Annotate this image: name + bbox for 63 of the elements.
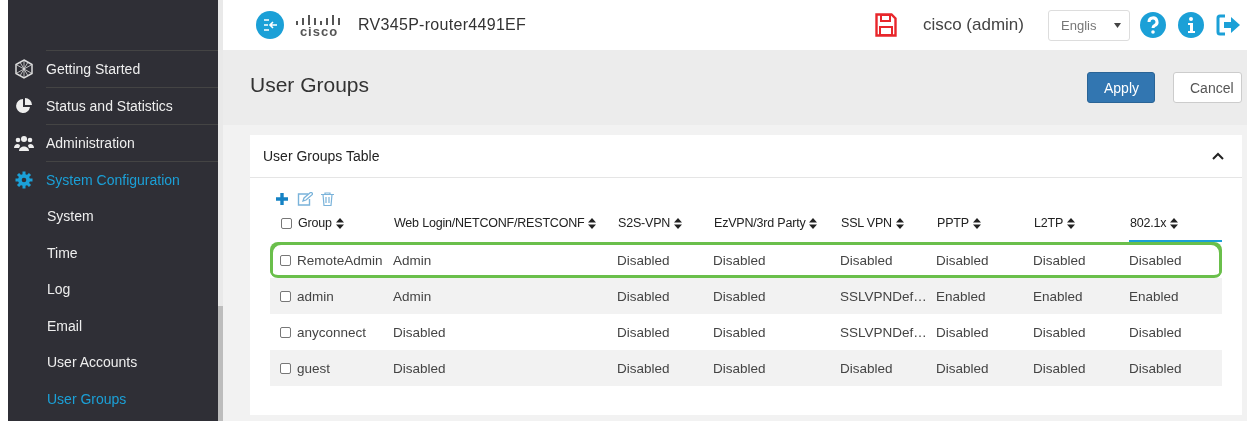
table-cell: Disabled <box>713 288 766 304</box>
table-cell: Disabled <box>1033 360 1086 376</box>
table-cell: Disabled <box>840 360 893 376</box>
table-cell: Disabled <box>617 324 670 340</box>
sidebar-item[interactable]: Administration <box>46 135 135 151</box>
table-cell: anyconnect <box>297 324 367 340</box>
card-title: User Groups Table <box>263 148 381 164</box>
table-cell: Enabled <box>1129 288 1179 304</box>
table-cell: Disabled <box>1129 360 1182 376</box>
sidebar-subitem[interactable]: Email <box>47 307 218 344</box>
table-cell: Admin <box>393 252 432 268</box>
language-select[interactable]: Englis <box>1048 9 1130 41</box>
device-name: RV345P-router4491EF <box>358 16 527 34</box>
sidebar-item[interactable]: Status and Statistics <box>46 98 173 114</box>
table-cell: Disabled <box>1033 324 1086 340</box>
apply-button[interactable]: Apply <box>1087 72 1155 103</box>
table-cell: Disabled <box>617 252 670 268</box>
table-row[interactable]: anyconnect Disabled Disabled Disabled SSLVPNDef… Disabled Disabled Disabled <box>270 314 1222 350</box>
column-header[interactable]: 802.1x <box>1130 216 1167 230</box>
column-header[interactable]: SSL VPN <box>841 216 892 230</box>
table-row[interactable]: guest Disabled Disabled Disabled Disabled Disabled Disabled Disabled <box>270 350 1222 386</box>
column-header[interactable]: Group <box>298 216 332 230</box>
table-cell: Disabled <box>1129 252 1182 268</box>
column-header[interactable]: Web Login/NETCONF/RESTCONF <box>394 216 585 230</box>
table-row[interactable]: admin Admin Disabled Disabled SSLVPNDef… Enabled Enabled Enabled <box>270 278 1222 314</box>
table-cell: Disabled <box>617 288 670 304</box>
table-cell: Disabled <box>713 360 766 376</box>
sidebar-subitem[interactable]: Time <box>47 234 218 271</box>
sidebar-subitem[interactable]: User Groups <box>47 380 218 417</box>
table-cell: SSLVPNDef… <box>840 288 927 304</box>
table-cell: admin <box>297 288 334 304</box>
table-cell: Disabled <box>1129 324 1182 340</box>
cancel-button[interactable]: Cancel <box>1173 72 1242 103</box>
table-cell: Enabled <box>1033 288 1083 304</box>
column-header[interactable]: PPTP <box>937 216 969 230</box>
table-cell: Disabled <box>1033 252 1086 268</box>
table-row[interactable]: RemoteAdmin Admin Disabled Disabled Disabled Disabled Disabled Disabled <box>270 241 1222 278</box>
table-cell: Admin <box>393 288 432 304</box>
table-cell: Disabled <box>840 252 893 268</box>
table-cell: Disabled <box>393 324 446 340</box>
sidebar-subitem[interactable]: Log <box>47 271 218 308</box>
sidebar-subitem[interactable]: System <box>47 198 218 235</box>
column-header[interactable]: S2S-VPN <box>618 216 671 230</box>
user-name: cisco (admin) <box>922 15 1024 35</box>
table-cell: Disabled <box>936 324 989 340</box>
table-cell: Enabled <box>936 288 986 304</box>
table-cell: Disabled <box>936 360 989 376</box>
sidebar-item[interactable]: System Configuration <box>46 172 180 188</box>
sidebar-item[interactable]: Getting Started <box>46 61 141 77</box>
logo-text: cisco <box>299 24 339 38</box>
table-cell: Disabled <box>936 252 989 268</box>
table-cell: Disabled <box>713 324 766 340</box>
table-cell: Disabled <box>617 360 670 376</box>
column-header[interactable]: EzVPN/3rd Party <box>714 216 806 230</box>
table-cell: Disabled <box>713 252 766 268</box>
table-cell: Disabled <box>393 360 446 376</box>
column-header[interactable]: L2TP <box>1034 216 1064 230</box>
page-title: User Groups <box>250 72 371 97</box>
table-cell: guest <box>297 360 331 376</box>
language-value: Englis <box>1061 17 1097 33</box>
table-cell: RemoteAdmin <box>297 252 383 268</box>
sidebar-subitem[interactable]: User Accounts <box>47 344 218 381</box>
table-cell: SSLVPNDef… <box>840 324 927 340</box>
